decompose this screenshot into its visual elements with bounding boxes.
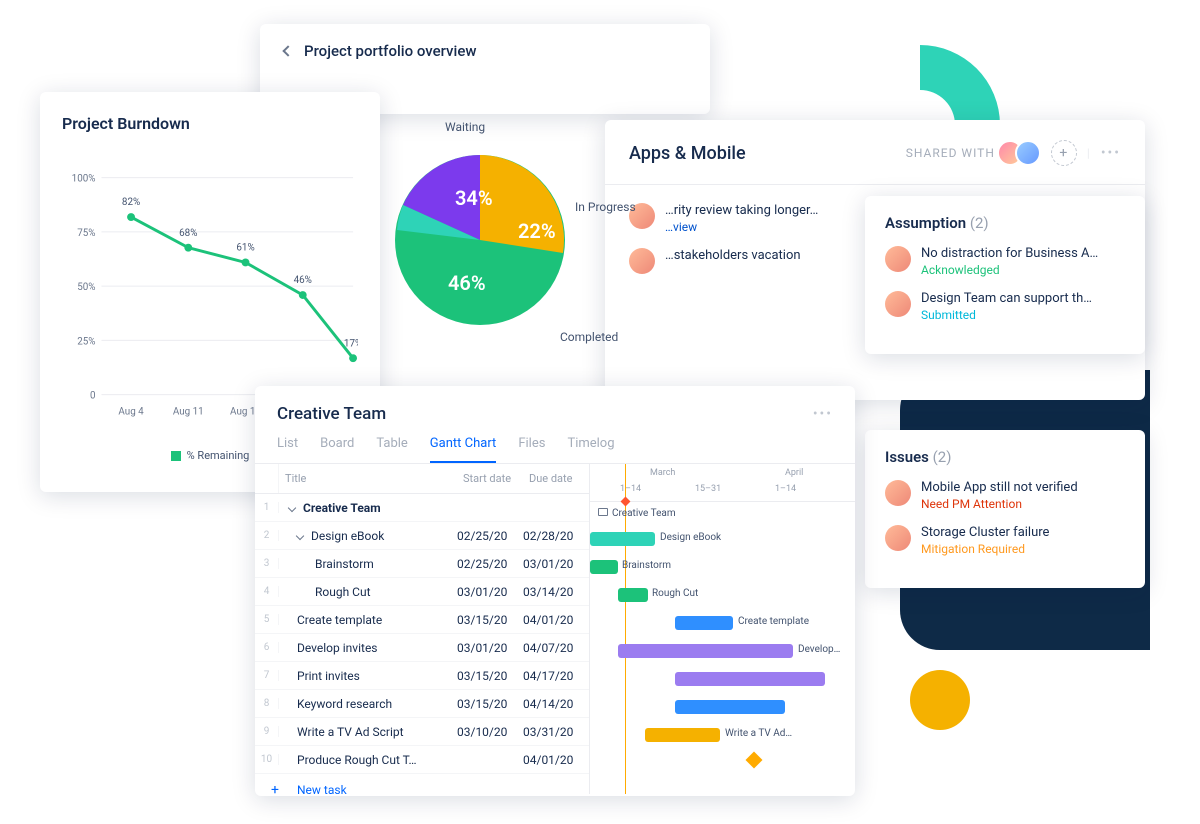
shared-avatars: [1005, 140, 1041, 166]
pie-label-completed: Completed: [560, 330, 618, 344]
table-row[interactable]: 10Produce Rough Cut T…04/01/20: [255, 746, 589, 774]
pie-chart: 34% 22% 46% Waiting In Progress Complete…: [380, 120, 640, 380]
shared-with-label: SHARED WITH: [906, 146, 995, 160]
svg-text:46%: 46%: [448, 271, 486, 295]
gantt-card: Creative Team ••• List Board Table Gantt…: [255, 386, 855, 796]
gantt-timeline[interactable]: March April 1–14 15–31 1–14 Creative Tea…: [590, 464, 855, 794]
list-item[interactable]: Storage Cluster failureMitigation Requir…: [885, 525, 1125, 556]
gantt-title: Creative Team: [277, 404, 386, 424]
milestone-icon[interactable]: [746, 752, 763, 769]
assumption-title: Assumption: [885, 214, 966, 232]
portfolio-title: Project portfolio overview: [304, 42, 477, 60]
gantt-more-icon[interactable]: •••: [813, 406, 833, 422]
table-row[interactable]: 2Design eBook02/25/2002/28/20: [255, 522, 589, 550]
gantt-bar[interactable]: [590, 560, 618, 574]
assumption-count: (2): [970, 214, 989, 232]
avatar: [885, 480, 911, 506]
issues-count: (2): [933, 448, 952, 466]
tab-board[interactable]: Board: [320, 436, 354, 463]
col-title: Title: [279, 464, 457, 493]
svg-text:17%: 17%: [344, 338, 358, 349]
task-table: Title Start date Due date 1Creative Team…: [255, 464, 590, 794]
avatar: [885, 525, 911, 551]
gantt-bar[interactable]: [675, 616, 733, 630]
add-share-button[interactable]: +: [1051, 140, 1077, 166]
svg-text:34%: 34%: [455, 186, 493, 210]
col-due: Due date: [523, 464, 589, 493]
svg-text:50%: 50%: [77, 282, 95, 293]
svg-text:25%: 25%: [77, 336, 95, 347]
list-item[interactable]: Design Team can support th…Submitted: [885, 291, 1125, 322]
svg-text:46%: 46%: [294, 275, 312, 286]
list-item[interactable]: Mobile App still not verifiedNeed PM Att…: [885, 480, 1125, 511]
gantt-bar[interactable]: [590, 532, 655, 546]
assumption-card: Assumption (2) No distraction for Busine…: [865, 196, 1145, 354]
gantt-bar[interactable]: [618, 588, 648, 602]
expand-icon[interactable]: [288, 503, 296, 511]
tab-gantt[interactable]: Gantt Chart: [430, 436, 497, 463]
gantt-bar[interactable]: [675, 700, 785, 714]
gantt-bar[interactable]: [645, 728, 720, 742]
folder-icon: [598, 508, 608, 516]
back-chevron-icon[interactable]: [282, 45, 293, 56]
panel-title: Apps & Mobile: [629, 143, 746, 164]
list-item[interactable]: No distraction for Business A…Acknowledg…: [885, 246, 1125, 277]
svg-text:75%: 75%: [77, 228, 95, 239]
new-task-button[interactable]: + New task: [255, 774, 589, 806]
svg-text:22%: 22%: [518, 219, 556, 243]
issues-title: Issues: [885, 448, 929, 466]
avatar: [885, 291, 911, 317]
tab-timelog[interactable]: Timelog: [567, 436, 614, 463]
issues-card: Issues (2) Mobile App still not verified…: [865, 430, 1145, 588]
table-row[interactable]: 3Brainstorm02/25/2003/01/20: [255, 550, 589, 578]
pie-label-waiting: Waiting: [445, 120, 485, 134]
plus-icon: +: [263, 782, 287, 798]
svg-text:100%: 100%: [72, 174, 96, 185]
expand-icon[interactable]: [296, 531, 304, 539]
tab-table[interactable]: Table: [376, 436, 407, 463]
svg-text:Aug 4: Aug 4: [118, 406, 144, 417]
avatar: [885, 246, 911, 272]
svg-text:82%: 82%: [122, 197, 140, 208]
table-row[interactable]: 6Develop invites03/01/2004/07/20: [255, 634, 589, 662]
decorative-yellow-dot: [910, 670, 970, 730]
table-row[interactable]: 4Rough Cut03/01/2003/14/20: [255, 578, 589, 606]
svg-text:68%: 68%: [179, 228, 197, 239]
table-row[interactable]: 9Write a TV Ad Script03/10/2003/31/20: [255, 718, 589, 746]
svg-text:Aug 11: Aug 11: [173, 406, 204, 417]
more-menu-icon[interactable]: •••: [1101, 145, 1121, 161]
tab-files[interactable]: Files: [518, 436, 545, 463]
pie-label-inprogress: In Progress: [575, 200, 636, 214]
svg-text:0: 0: [90, 391, 96, 402]
gantt-bar[interactable]: [618, 644, 793, 658]
col-start: Start date: [457, 464, 523, 493]
table-row[interactable]: 1Creative Team: [255, 494, 589, 522]
gantt-tabs: List Board Table Gantt Chart Files Timel…: [255, 424, 855, 464]
gantt-bar[interactable]: [675, 672, 825, 686]
svg-text:61%: 61%: [236, 243, 254, 254]
table-row[interactable]: 8Keyword research03/15/2004/14/20: [255, 690, 589, 718]
table-row[interactable]: 5Create template03/15/2004/01/20: [255, 606, 589, 634]
burndown-title: Project Burndown: [62, 114, 358, 133]
table-row[interactable]: 7Print invites03/15/2004/17/20: [255, 662, 589, 690]
avatar[interactable]: [1015, 140, 1041, 166]
tab-list[interactable]: List: [277, 436, 298, 463]
